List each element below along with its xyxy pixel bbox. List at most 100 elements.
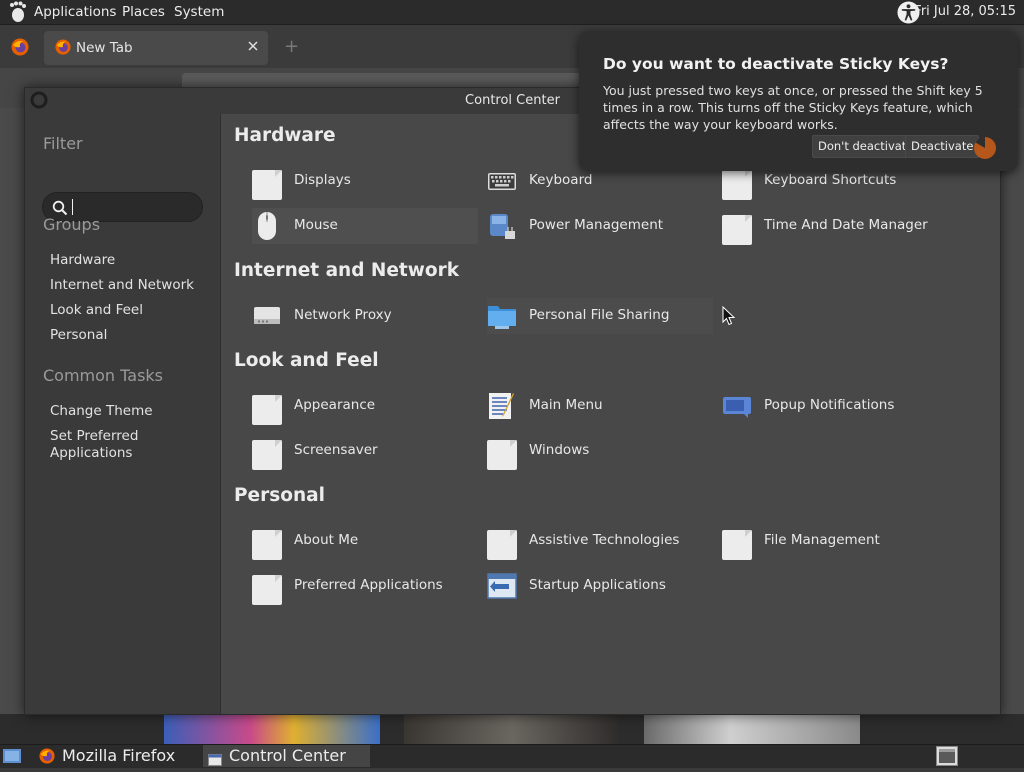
item-label: Windows: [529, 442, 590, 458]
keyboard-icon: [487, 166, 517, 196]
main-menu-icon: [487, 391, 517, 421]
item-file-management[interactable]: File Management: [722, 523, 948, 560]
item-popup-notifications[interactable]: Popup Notifications: [722, 388, 948, 424]
section-personal-title: Personal: [234, 485, 325, 506]
notification-title: Do you want to deactivate Sticky Keys?: [603, 55, 949, 73]
item-label: About Me: [294, 532, 359, 548]
firefox-tab-icon: [55, 39, 71, 55]
clock[interactable]: Fri Jul 28, 05:15: [914, 4, 1016, 19]
group-hardware[interactable]: Hardware: [50, 252, 115, 268]
deactivate-button[interactable]: Deactivate: [905, 135, 980, 158]
common-tasks-heading: Common Tasks: [43, 366, 164, 385]
folder-share-icon: [487, 301, 517, 331]
group-internet-network[interactable]: Internet and Network: [50, 277, 194, 293]
item-label: Keyboard Shortcuts: [764, 172, 897, 188]
item-network-proxy[interactable]: Network Proxy: [252, 298, 478, 334]
displays-icon: [252, 170, 282, 200]
thumbnail-image: [164, 714, 380, 744]
item-label: Time And Date Manager: [764, 217, 928, 233]
sidebar: Filter Groups Hardware Internet and Netw…: [25, 114, 219, 714]
item-main-menu[interactable]: Main Menu: [487, 388, 713, 424]
dont-deactivate-button[interactable]: Don't deactivate: [812, 135, 920, 158]
popup-icon: [722, 391, 752, 421]
item-label: Power Management: [529, 217, 664, 233]
item-label: Screensaver: [294, 442, 378, 458]
close-tab-icon[interactable]: [246, 39, 260, 53]
item-assistive-technologies[interactable]: Assistive Technologies: [487, 523, 713, 560]
tab-title: New Tab: [76, 40, 133, 56]
filter-heading: Filter: [43, 134, 83, 153]
tab-new-tab[interactable]: New Tab: [44, 31, 268, 65]
timer-pie-icon: [972, 135, 998, 161]
screensaver-icon: [252, 440, 282, 470]
top-panel: Applications Places System Fri Jul 28, 0…: [0, 0, 1024, 25]
taskbar-item-firefox[interactable]: Mozilla Firefox: [36, 745, 198, 767]
item-mouse[interactable]: Mouse: [252, 208, 478, 244]
item-screensaver[interactable]: Screensaver: [252, 433, 478, 470]
task-change-theme[interactable]: Change Theme: [50, 403, 153, 419]
section-look-feel-title: Look and Feel: [234, 350, 379, 371]
power-icon: [487, 211, 517, 241]
file-management-icon: [722, 530, 752, 560]
item-preferred-applications[interactable]: Preferred Applications: [252, 568, 478, 605]
time-date-icon: [722, 215, 752, 245]
system-menu[interactable]: System: [174, 4, 224, 20]
notification-body: You just pressed two keys at once, or pr…: [603, 83, 983, 132]
show-desktop-icon[interactable]: [2, 747, 22, 765]
task-set-preferred-apps[interactable]: Set Preferred Applications: [50, 428, 190, 462]
item-label: Startup Applications: [529, 577, 666, 593]
item-label: Appearance: [294, 397, 376, 413]
item-about-me[interactable]: About Me: [252, 523, 478, 560]
network-proxy-icon: [252, 301, 282, 331]
windows-icon: [487, 440, 517, 470]
section-hardware-title: Hardware: [234, 125, 336, 146]
groups-heading: Groups: [43, 215, 101, 234]
item-power-management[interactable]: Power Management: [487, 208, 713, 244]
firefox-icon: [39, 748, 55, 764]
text-cursor: [72, 199, 73, 215]
section-internet-title: Internet and Network: [234, 260, 460, 281]
mouse-icon: [252, 211, 282, 241]
taskbar-label: Control Center: [229, 746, 346, 765]
item-windows[interactable]: Windows: [487, 433, 713, 470]
item-label: Mouse: [294, 217, 338, 233]
item-label: Main Menu: [529, 397, 603, 413]
item-label: Network Proxy: [294, 307, 392, 323]
thumbnail-image: [644, 714, 860, 744]
content-area: Hardware Displays Keyboard Keyboard Shor…: [220, 114, 1000, 714]
keyboard-shortcuts-icon: [722, 170, 752, 200]
firefox-icon[interactable]: [11, 38, 29, 56]
applications-menu[interactable]: Applications: [34, 4, 116, 20]
item-label: Keyboard: [529, 172, 593, 188]
item-personal-file-sharing[interactable]: Personal File Sharing: [487, 298, 713, 334]
places-menu[interactable]: Places: [122, 4, 165, 20]
group-look-feel[interactable]: Look and Feel: [50, 302, 143, 318]
item-label: Assistive Technologies: [529, 532, 680, 548]
preferred-applications-icon: [252, 575, 282, 605]
taskbar-label: Mozilla Firefox: [62, 746, 176, 765]
startup-icon: [487, 571, 517, 601]
item-label: Displays: [294, 172, 351, 188]
new-tab-button[interactable]: +: [284, 36, 299, 57]
thumbnail-image: [404, 714, 620, 744]
search-icon: [52, 200, 68, 216]
item-label: File Management: [764, 532, 880, 548]
taskbar-item-control-center[interactable]: Control Center: [203, 745, 370, 767]
item-time-date-manager[interactable]: Time And Date Manager: [722, 208, 948, 245]
window-icon: [208, 750, 222, 766]
item-label: Popup Notifications: [764, 397, 895, 413]
about-me-icon: [252, 530, 282, 560]
item-displays[interactable]: Displays: [252, 163, 478, 200]
item-startup-applications[interactable]: Startup Applications: [487, 568, 713, 604]
appearance-icon: [252, 395, 282, 425]
assistive-technologies-icon: [487, 530, 517, 560]
group-personal[interactable]: Personal: [50, 327, 107, 343]
item-appearance[interactable]: Appearance: [252, 388, 478, 425]
item-label: Preferred Applications: [294, 577, 443, 593]
gnome-foot-icon[interactable]: [8, 1, 28, 23]
control-center-window: Control Center Filter Groups Hardware In…: [24, 87, 1001, 715]
sticky-keys-notification: Do you want to deactivate Sticky Keys? Y…: [579, 31, 1018, 171]
item-label: Personal File Sharing: [529, 307, 670, 323]
workspace-switcher-icon[interactable]: [936, 746, 958, 766]
mouse-pointer-icon: [722, 305, 736, 326]
